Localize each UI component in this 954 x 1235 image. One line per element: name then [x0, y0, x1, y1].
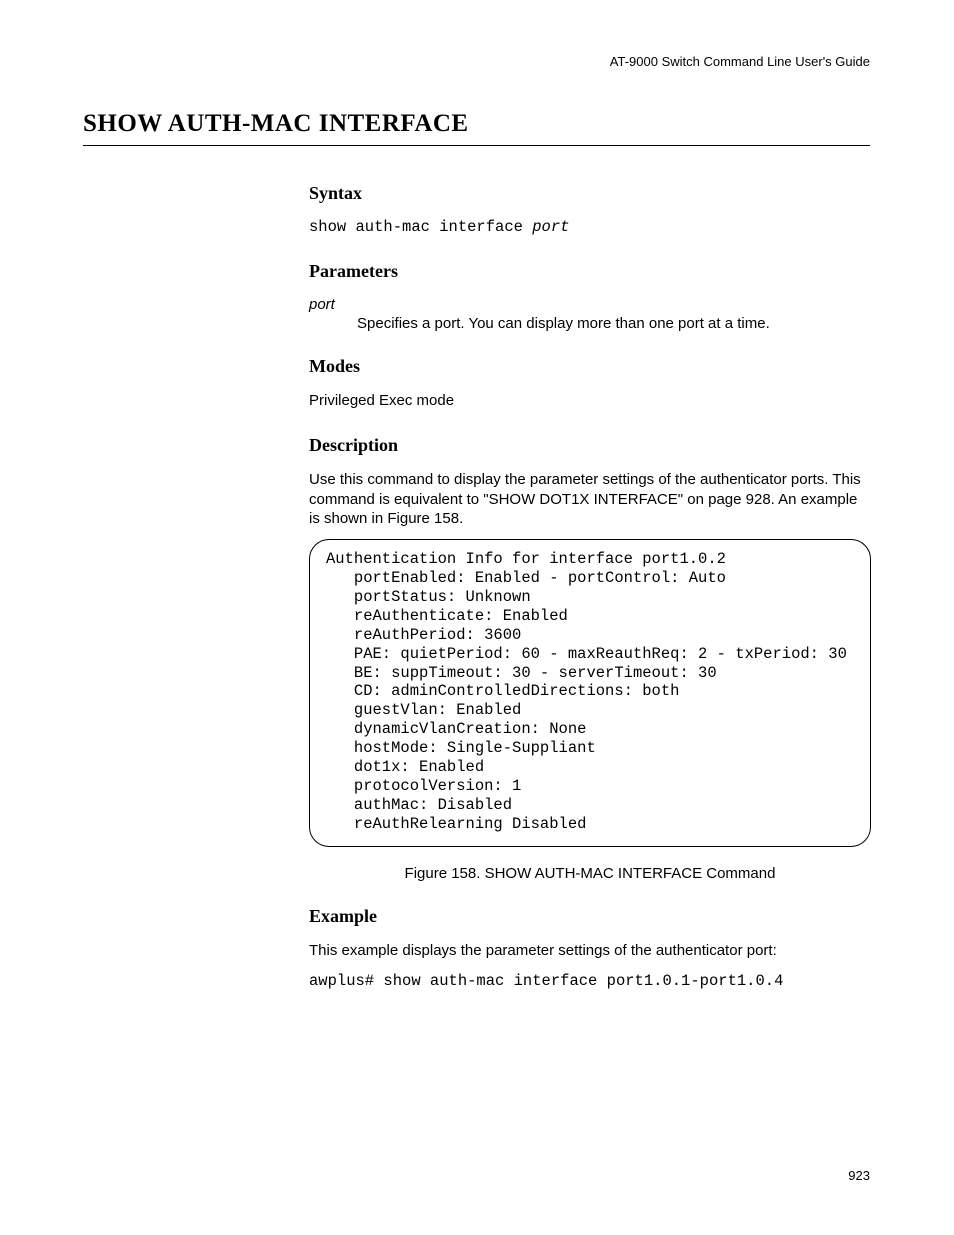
description-heading: Description [309, 435, 871, 456]
example-text: This example displays the parameter sett… [309, 941, 871, 961]
page-number: 923 [848, 1168, 870, 1183]
parameters-heading: Parameters [309, 261, 871, 282]
figure-caption: Figure 158. SHOW AUTH-MAC INTERFACE Comm… [309, 865, 871, 882]
syntax-line: show auth-mac interface port [309, 218, 871, 237]
modes-heading: Modes [309, 356, 871, 377]
command-title: SHOW AUTH-MAC INTERFACE [83, 110, 870, 146]
example-heading: Example [309, 906, 871, 927]
page-header: AT-9000 Switch Command Line User's Guide [610, 54, 870, 69]
param-name: port [309, 296, 871, 313]
example-command: awplus# show auth-mac interface port1.0.… [309, 972, 871, 991]
param-desc: Specifies a port. You can display more t… [357, 315, 871, 332]
syntax-heading: Syntax [309, 183, 871, 204]
syntax-cmd: show auth-mac interface [309, 218, 532, 236]
output-codebox: Authentication Info for interface port1.… [309, 539, 871, 847]
syntax-arg: port [532, 218, 569, 236]
modes-text: Privileged Exec mode [309, 391, 871, 411]
content-column: Syntax show auth-mac interface port Para… [309, 175, 871, 991]
description-text: Use this command to display the paramete… [309, 470, 871, 529]
